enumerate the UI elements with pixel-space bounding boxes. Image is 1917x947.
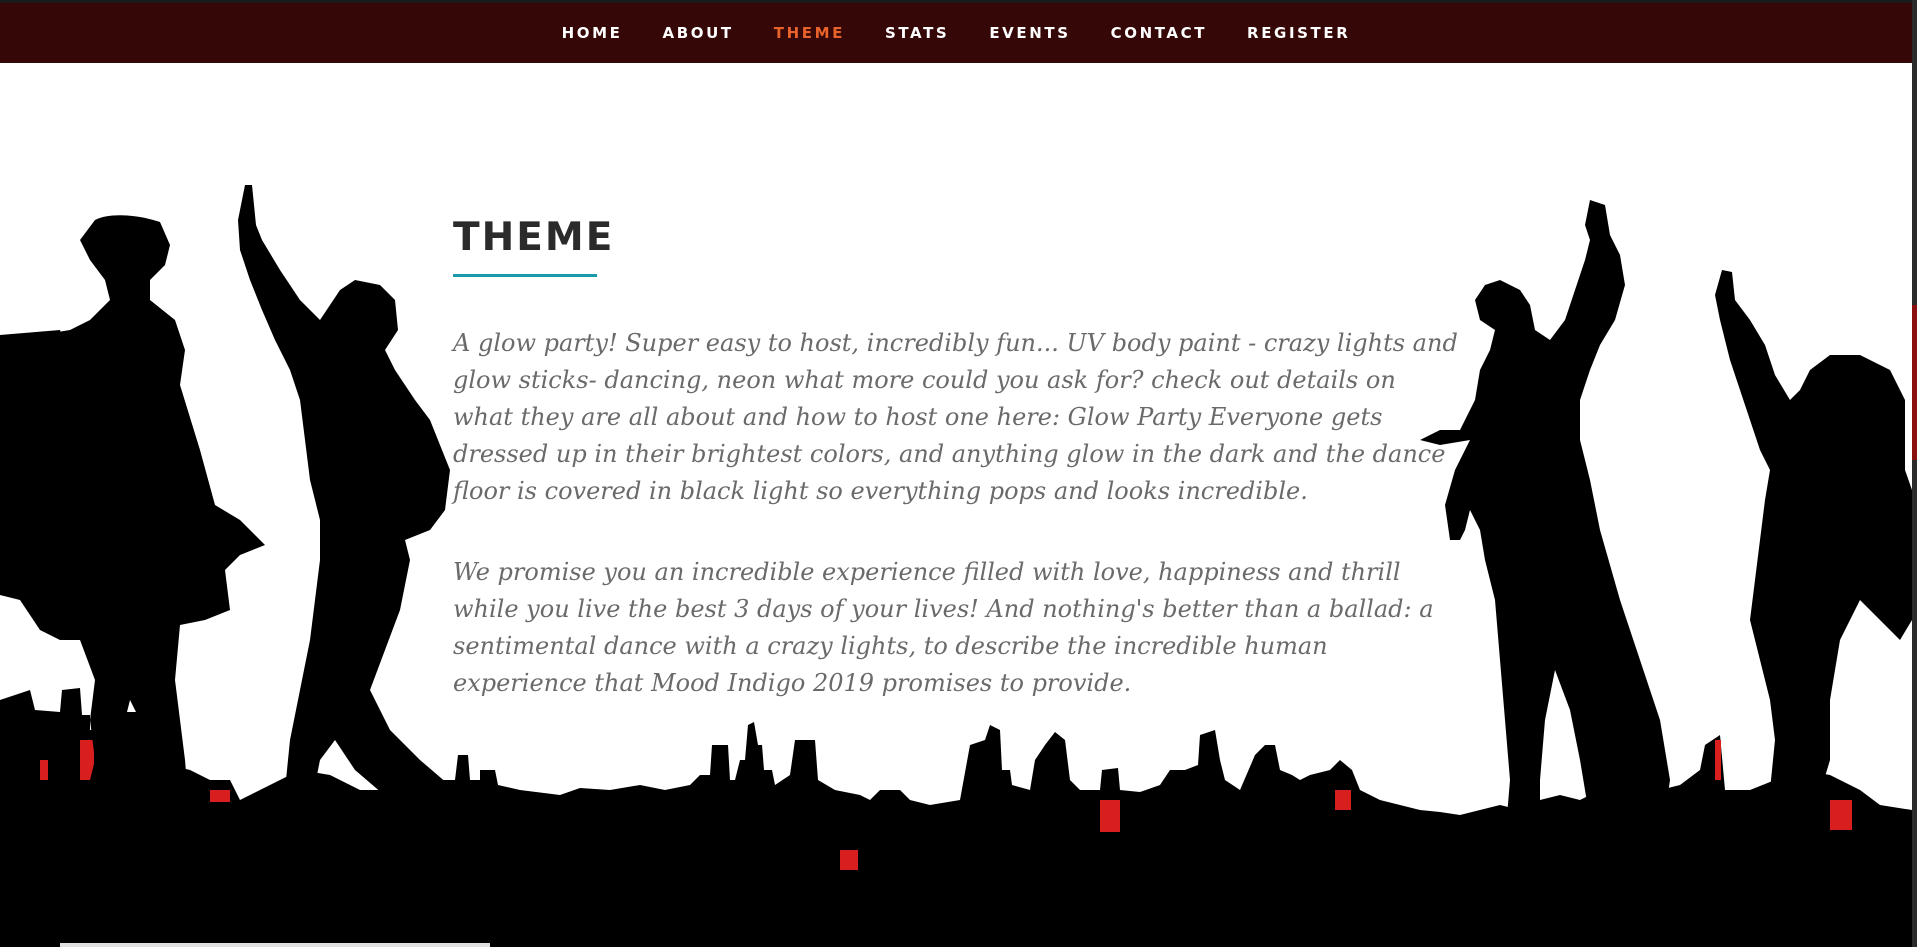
nav-item-home[interactable]: HOME	[562, 24, 623, 42]
nav-item-contact[interactable]: CONTACT	[1111, 24, 1207, 42]
theme-paragraph-2: We promise you an incredible experience …	[453, 558, 1434, 697]
top-navigation-bar: HOME ABOUT THEME STATS EVENTS CONTACT RE…	[0, 3, 1912, 63]
scrollbar[interactable]	[1912, 0, 1917, 947]
nav-item-about[interactable]: ABOUT	[663, 24, 734, 42]
section-title: THEME	[453, 215, 615, 260]
title-underline	[453, 274, 597, 277]
theme-section: THEME A glow party! Super easy to host, …	[453, 212, 1463, 697]
dancer-man-right	[1420, 200, 1670, 880]
nav-menu: HOME ABOUT THEME STATS EVENTS CONTACT RE…	[0, 3, 1912, 63]
theme-paragraph-1: A glow party! Super easy to host, incred…	[453, 329, 1458, 505]
nav-item-register[interactable]: REGISTER	[1247, 24, 1350, 42]
dancer-woman-right	[1715, 270, 1912, 830]
nav-item-stats[interactable]: STATS	[885, 24, 949, 42]
nav-item-events[interactable]: EVENTS	[989, 24, 1070, 42]
bottom-strip	[60, 943, 490, 947]
nav-item-theme[interactable]: THEME	[774, 24, 845, 42]
scrollbar-thumb[interactable]	[1912, 305, 1917, 460]
